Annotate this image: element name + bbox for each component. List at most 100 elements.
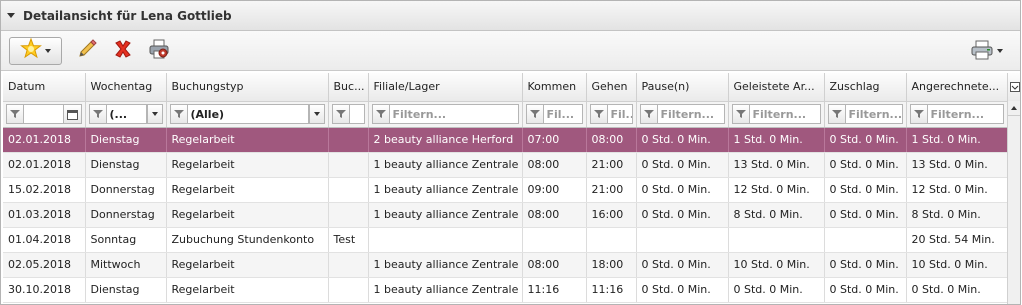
cell-buc [328, 127, 369, 153]
cell-buc [328, 152, 369, 178]
print-button[interactable] [966, 37, 1006, 65]
filter-icon[interactable] [169, 104, 188, 124]
scroll-up-icon[interactable] [1008, 101, 1020, 116]
filter-icon[interactable] [331, 104, 350, 124]
cell-datum: 01.03.2018 [3, 202, 86, 228]
chevron-down-icon[interactable] [308, 104, 325, 124]
filter-angerechnet: Filtern... [906, 101, 1008, 128]
buc-filter-input[interactable] [349, 104, 365, 124]
filter-icon[interactable] [909, 104, 928, 124]
angerechnet-filter-input[interactable]: Filtern... [927, 104, 1004, 124]
pause-filter-input[interactable]: Filtern... [657, 104, 725, 124]
cell-geleistet: 8 Std. 0 Min. [728, 202, 825, 228]
cell-kommen: 07:00 [522, 127, 587, 153]
cell-pause: 0 Std. 0 Min. [636, 277, 729, 303]
cell-zuschlag: 0 Std. 0 Min. [824, 152, 907, 178]
cell-wochentag: Mittwoch [85, 252, 167, 278]
cell-kommen: 08:00 [522, 202, 587, 228]
cell-gehen: 08:00 [586, 127, 637, 153]
filter-pause: Filtern... [636, 101, 729, 128]
cell-angerechnet: 8 Std. 0 Min. [906, 202, 1008, 228]
new-entry-button[interactable] [9, 36, 62, 65]
chevron-down-icon[interactable] [146, 104, 163, 124]
buchungstyp-filter-select[interactable]: (Alle) [187, 104, 309, 124]
cell-datum: 02.01.2018 [3, 127, 86, 153]
calendar-icon[interactable] [63, 104, 82, 124]
panel-title: Detailansicht für Lena Gottlieb [23, 8, 232, 23]
cell-gehen: 11:16 [586, 277, 637, 303]
table-row[interactable]: 01.04.2018 Sonntag Zubuchung Stundenkonto T… [3, 227, 1008, 253]
cell-zuschlag: 0 Std. 0 Min. [824, 277, 907, 303]
cell-kommen: 09:00 [522, 177, 587, 203]
column-header-angerechnet[interactable]: Angerechnete... [906, 73, 1008, 102]
cell-pause: 0 Std. 0 Min. [636, 152, 729, 178]
cell-filiale: 2 beauty alliance Herford [368, 127, 523, 153]
table-row[interactable]: 02.01.2018 Dienstag Regelarbeit 1 beauty al… [3, 152, 1008, 178]
cell-geleistet: 10 Std. 0 Min. [728, 252, 825, 278]
filter-icon[interactable] [6, 104, 24, 124]
column-header-geleistet[interactable]: Geleistete Ar... [728, 73, 825, 102]
column-header-buchungstyp[interactable]: Buchungstyp [166, 73, 329, 102]
filter-geleistet: Filtern... [728, 101, 825, 128]
cell-angerechnet: 1 Std. 0 Min. [906, 127, 1008, 153]
cell-geleistet: 1 Std. 0 Min. [728, 127, 825, 153]
cell-geleistet: 13 Std. 0 Min. [728, 152, 825, 178]
print-preview-button[interactable] [144, 37, 174, 65]
column-chooser-icon[interactable] [1007, 73, 1020, 102]
column-header-zuschlag[interactable]: Zuschlag [824, 73, 907, 102]
collapse-icon[interactable] [7, 13, 15, 18]
date-filter-input[interactable] [24, 104, 64, 124]
column-header-pause[interactable]: Pause(n) [636, 73, 729, 102]
filter-icon[interactable] [589, 104, 608, 124]
geleistet-filter-input[interactable]: Filtern... [749, 104, 821, 124]
filter-icon[interactable] [731, 104, 750, 124]
cell-filiale: 1 beauty alliance Zentrale [368, 202, 523, 228]
cell-angerechnet: 10 Std. 0 Min. [906, 252, 1008, 278]
filter-icon[interactable] [639, 104, 658, 124]
vertical-scrollbar[interactable] [1007, 101, 1020, 304]
filiale-filter-input[interactable]: Filtern... [389, 104, 519, 124]
filter-icon[interactable] [827, 104, 846, 124]
cell-geleistet: 0 Std. 0 Min. [728, 277, 825, 303]
delete-button[interactable] [108, 37, 138, 65]
cell-kommen: 08:00 [522, 152, 587, 178]
cell-gehen: 21:00 [586, 177, 637, 203]
table-row[interactable]: 02.01.2018 Dienstag Regelarbeit 2 beauty al… [3, 127, 1008, 153]
column-header-wochentag[interactable]: Wochentag [85, 73, 167, 102]
filter-icon[interactable] [88, 104, 107, 124]
cell-pause: 0 Std. 0 Min. [636, 177, 729, 203]
cell-buchungstyp: Regelarbeit [166, 127, 329, 153]
cell-gehen: 18:00 [586, 252, 637, 278]
cell-datum: 02.05.2018 [3, 252, 86, 278]
filter-zuschlag: Filtern... [824, 101, 907, 128]
cell-angerechnet: 0 Std. 0 Min. [906, 277, 1008, 303]
column-header-buc[interactable]: Buc... [328, 73, 369, 102]
column-header-kommen[interactable]: Kommen [522, 73, 587, 102]
cell-zuschlag: 0 Std. 0 Min. [824, 202, 907, 228]
cell-datum: 02.01.2018 [3, 152, 86, 178]
column-header-gehen[interactable]: Gehen [586, 73, 637, 102]
table-row[interactable]: 01.03.2018 Donnerstag Regelarbeit 1 beauty … [3, 202, 1008, 228]
cell-wochentag: Donnerstag [85, 177, 167, 203]
dropdown-arrow-icon [996, 49, 1003, 53]
filter-icon[interactable] [371, 104, 390, 124]
cell-gehen [586, 227, 637, 253]
edit-button[interactable] [72, 37, 102, 65]
cell-buchungstyp: Zubuchung Stundenkonto [166, 227, 329, 253]
cell-datum: 15.02.2018 [3, 177, 86, 203]
filter-icon[interactable] [525, 104, 544, 124]
table-row[interactable]: 15.02.2018 Donnerstag Regelarbeit 1 beauty … [3, 177, 1008, 203]
column-header-datum[interactable]: Datum [3, 73, 86, 102]
gehen-filter-input[interactable]: Fil... [607, 104, 633, 124]
cell-geleistet [728, 227, 825, 253]
panel-header[interactable]: Detailansicht für Lena Gottlieb [1, 1, 1020, 31]
table-row[interactable]: 30.10.2018 Dienstag Regelarbeit 1 beauty al… [3, 277, 1008, 303]
table-row[interactable]: 02.05.2018 Mittwoch Regelarbeit 1 beauty al… [3, 252, 1008, 278]
kommen-filter-input[interactable]: Fil... [543, 104, 583, 124]
cell-buchungstyp: Regelarbeit [166, 277, 329, 303]
zuschlag-filter-input[interactable]: Filtern... [845, 104, 903, 124]
cell-buc: Test [328, 227, 369, 253]
column-header-filiale[interactable]: Filiale/Lager [368, 73, 523, 102]
wochentag-filter-select[interactable]: (... [106, 104, 147, 124]
detail-panel: Detailansicht für Lena Gottlieb Datum Wo… [0, 0, 1021, 305]
